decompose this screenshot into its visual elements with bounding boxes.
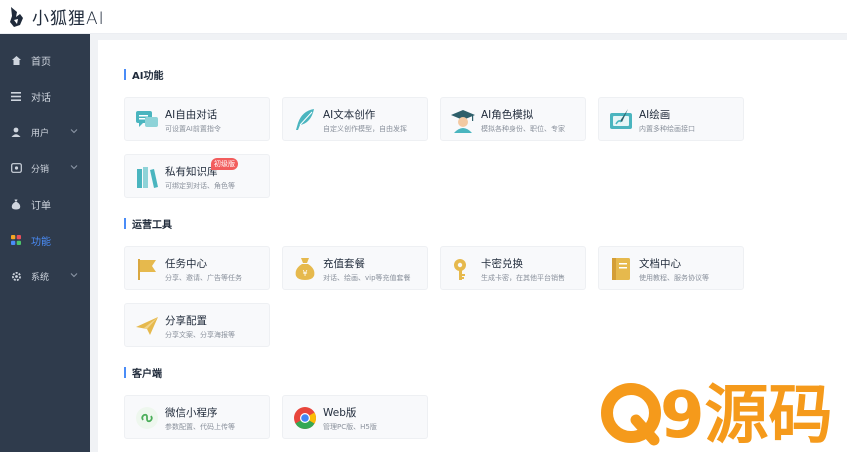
mini-program-icon [136, 407, 158, 429]
section-title-operations: 运营工具 [124, 216, 172, 231]
sidebar-item-users[interactable]: 用户 [0, 114, 90, 150]
chevron-down-icon [70, 273, 78, 278]
card-description: 可设置AI前置指令 [165, 125, 221, 133]
svg-text:9源码: 9源码 [660, 380, 833, 446]
sidebar-item-orders[interactable]: 订单 [0, 186, 90, 222]
card-description: 内置多种绘画接口 [639, 125, 695, 133]
card-description: 对话、绘画、vip等充值套餐 [323, 274, 411, 282]
card-description: 参数配置、代码上传等 [165, 423, 235, 431]
menu-lines-icon [10, 90, 22, 102]
chevron-down-icon [70, 129, 78, 134]
feather-pen-icon [296, 109, 314, 130]
document-icon [612, 258, 630, 280]
card-ai-writing[interactable]: AI文本创作 自定义创作模型，自由发挥 [282, 97, 428, 141]
card-document-center[interactable]: 文档中心 使用教程、服务协议等 [598, 246, 744, 290]
card-title: 任务中心 [165, 258, 207, 270]
sidebar: 首页 对话 用户 分销 订单 功能 系统 [0, 34, 90, 452]
card-title: AI自由对话 [165, 109, 218, 121]
sidebar-item-home[interactable]: 首页 [0, 42, 90, 78]
sidebar-item-system[interactable]: 系统 [0, 258, 90, 294]
card-description: 分享、邀请、广告等任务 [165, 274, 242, 282]
card-description: 管理PC版、H5版 [323, 423, 377, 431]
edition-badge: 初级版 [211, 158, 238, 170]
card-recharge-packages[interactable]: ¥ 充值套餐 对话、绘画、vip等充值套餐 [282, 246, 428, 290]
card-title: AI文本创作 [323, 109, 376, 121]
app-title: 小狐狸AI [32, 9, 105, 29]
logo[interactable]: 小狐狸AI [0, 4, 105, 29]
gear-icon [10, 270, 22, 282]
card-title: AI角色模拟 [481, 109, 534, 121]
card-title: AI绘画 [639, 109, 671, 121]
card-description: 分享文案、分享海报等 [165, 331, 235, 339]
fox-logo-icon [10, 6, 23, 27]
sidebar-item-label: 首页 [31, 56, 51, 68]
sidebar-item-label: 用户 [31, 128, 50, 139]
flag-icon [138, 259, 156, 280]
card-title: 私有知识库 [165, 166, 218, 178]
graduate-cap-icon [451, 110, 475, 133]
share-box-icon [10, 162, 22, 174]
sidebar-item-label: 系统 [31, 272, 50, 283]
sidebar-item-label: 对话 [31, 92, 51, 104]
chat-bubbles-icon [136, 111, 158, 127]
books-icon [137, 167, 158, 188]
chrome-icon [294, 407, 316, 429]
watermark-logo: 9源码 [601, 380, 833, 446]
card-task-center[interactable]: 任务中心 分享、邀请、广告等任务 [124, 246, 270, 290]
sidebar-item-label: 订单 [31, 200, 51, 212]
card-title: 微信小程序 [165, 407, 218, 419]
user-icon [10, 126, 22, 138]
card-title: 文档中心 [639, 258, 681, 270]
card-share-config[interactable]: 分享配置 分享文案、分享海报等 [124, 303, 270, 347]
sidebar-item-features[interactable]: 功能 [0, 222, 90, 258]
card-description: 模拟各种身份、职位、专家 [481, 125, 565, 133]
card-description: 使用教程、服务协议等 [639, 274, 709, 282]
card-ai-roleplay[interactable]: AI角色模拟 模拟各种身份、职位、专家 [440, 97, 586, 141]
chevron-down-icon [70, 165, 78, 170]
card-ai-painting[interactable]: AI绘画 内置多种绘画接口 [598, 97, 744, 141]
money-bag-icon: ¥ [295, 258, 315, 280]
card-title: 卡密兑换 [481, 258, 523, 270]
card-knowledge-base[interactable]: 私有知识库 初级版 可绑定到对话、角色等 [124, 154, 270, 198]
paper-plane-icon [136, 317, 158, 335]
sidebar-item-distribution[interactable]: 分销 [0, 150, 90, 186]
top-header: 小狐狸AI [0, 0, 847, 34]
card-description: 自定义创作模型，自由发挥 [323, 125, 407, 133]
card-title: 充值套餐 [323, 258, 365, 270]
sidebar-item-chat[interactable]: 对话 [0, 78, 90, 114]
section-title-clients: 客户端 [124, 365, 162, 380]
key-icon [454, 259, 466, 280]
money-bag-icon [10, 198, 22, 210]
card-web-version[interactable]: Web版 管理PC版、H5版 [282, 395, 428, 439]
card-description: 可绑定到对话、角色等 [165, 182, 235, 190]
sidebar-item-label: 功能 [31, 236, 51, 248]
card-wechat-miniprogram[interactable]: 微信小程序 参数配置、代码上传等 [124, 395, 270, 439]
card-description: 生成卡密，在其他平台销售 [481, 274, 565, 282]
home-icon [10, 54, 22, 66]
card-key-redeem[interactable]: 卡密兑换 生成卡密，在其他平台销售 [440, 246, 586, 290]
card-title: Web版 [323, 407, 357, 419]
card-ai-chat[interactable]: AI自由对话 可设置AI前置指令 [124, 97, 270, 141]
paint-brush-icon [610, 109, 632, 129]
section-title-ai: AI功能 [124, 67, 163, 82]
svg-text:¥: ¥ [302, 269, 307, 278]
sidebar-item-label: 分销 [31, 164, 50, 175]
card-title: 分享配置 [165, 315, 207, 327]
grid-apps-icon [10, 234, 22, 246]
